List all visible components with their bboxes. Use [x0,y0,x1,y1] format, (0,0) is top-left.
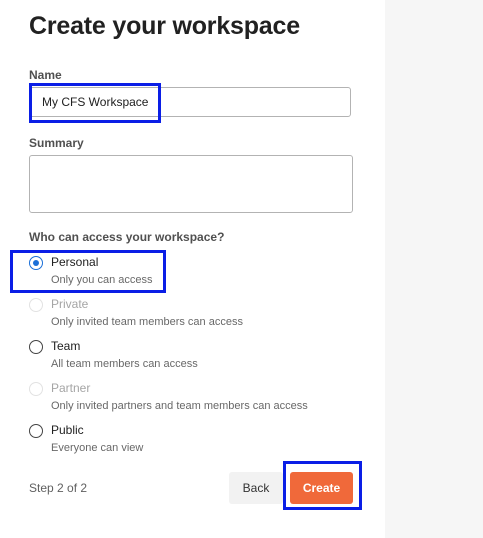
side-panel [385,0,483,538]
create-workspace-page: Create your workspace Name My CFS Worksp… [0,0,483,538]
back-button[interactable]: Back [229,472,283,504]
access-option-team[interactable]: Team All team members can access [29,339,359,375]
option-description: Everyone can view [51,442,144,454]
option-label: Private [51,297,89,311]
option-description: Only invited team members can access [51,316,243,328]
name-label: Name [29,68,62,82]
access-option-personal[interactable]: Personal Only you can access [29,255,359,291]
access-question: Who can access your workspace? [29,230,225,244]
option-description: Only you can access [51,274,153,286]
radio-public[interactable] [29,424,43,438]
radio-partner [29,382,43,396]
summary-label: Summary [29,136,84,150]
option-label: Public [51,423,84,437]
option-description: All team members can access [51,358,198,370]
option-label: Team [51,339,81,353]
radio-team[interactable] [29,340,43,354]
access-option-public[interactable]: Public Everyone can view [29,423,359,459]
access-option-private: Private Only invited team members can ac… [29,297,359,333]
summary-textarea[interactable] [29,155,353,213]
option-label: Partner [51,381,91,395]
radio-private [29,298,43,312]
option-description: Only invited partners and team members c… [51,400,308,412]
name-input-value: My CFS Workspace [42,95,149,109]
step-indicator: Step 2 of 2 [29,481,88,495]
access-option-partner: Partner Only invited partners and team m… [29,381,359,417]
create-button[interactable]: Create [290,472,353,504]
form-panel: Create your workspace Name My CFS Worksp… [0,0,385,538]
page-title: Create your workspace [29,12,300,40]
option-label: Personal [51,255,99,269]
radio-personal[interactable] [29,256,43,270]
